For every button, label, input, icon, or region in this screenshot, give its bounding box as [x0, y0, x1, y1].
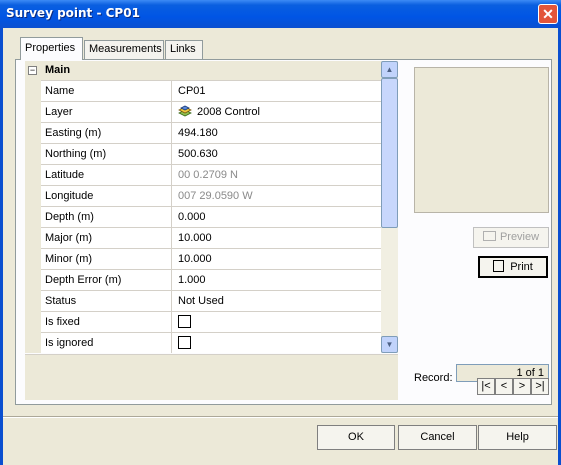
- scroll-thumb[interactable]: [381, 78, 398, 228]
- print-icon: [493, 260, 505, 273]
- title-bar[interactable]: Survey point - CP01 ✕: [0, 0, 561, 28]
- scroll-down-icon[interactable]: ▼: [381, 336, 398, 353]
- row-value-text: 494.180: [178, 127, 218, 139]
- scroll-up-icon[interactable]: ▲: [381, 61, 398, 78]
- window-frame-left: [0, 28, 3, 465]
- grid-row[interactable]: Depth (m) 0.000: [41, 206, 381, 227]
- row-label: Longitude: [41, 186, 172, 206]
- grid-row[interactable]: Is ignored: [41, 332, 381, 353]
- grid-row[interactable]: Longitude 007 29.0590 W: [41, 185, 381, 206]
- collapse-group-icon[interactable]: −: [28, 66, 37, 75]
- first-record-button[interactable]: |<: [477, 378, 495, 395]
- preview-label: Preview: [499, 231, 540, 243]
- cancel-button[interactable]: Cancel: [398, 425, 477, 450]
- grid-row[interactable]: Northing (m) 500.630: [41, 143, 381, 164]
- row-value-text: 10.000: [178, 253, 212, 265]
- row-checkbox[interactable]: [178, 314, 191, 328]
- row-value-text: Not Used: [178, 295, 224, 307]
- grid-gutter: [25, 61, 41, 353]
- row-value[interactable]: 500.630: [173, 144, 381, 164]
- row-label: Layer: [41, 102, 172, 122]
- grid-row[interactable]: Latitude 00 0.2709 N: [41, 164, 381, 185]
- row-value[interactable]: 10.000: [173, 228, 381, 248]
- row-label: Minor (m): [41, 249, 172, 269]
- property-grid[interactable]: − Main Name CP01 Layer 2008 Control Easting …: [25, 61, 381, 353]
- row-label: Name: [41, 81, 172, 101]
- row-value[interactable]: 00 0.2709 N: [173, 165, 381, 185]
- row-value-text: 0.000: [178, 211, 206, 223]
- row-label: Easting (m): [41, 123, 172, 143]
- row-value-text: 00 0.2709 N: [178, 169, 238, 181]
- window-title: Survey point - CP01: [6, 6, 140, 20]
- row-value-text: 500.630: [178, 148, 218, 160]
- ok-button[interactable]: OK: [317, 425, 395, 450]
- row-value[interactable]: 0.000: [173, 207, 381, 227]
- grid-row[interactable]: Status Not Used: [41, 290, 381, 311]
- close-button[interactable]: ✕: [538, 4, 558, 24]
- preview-button[interactable]: Preview: [473, 227, 549, 248]
- row-value-text: 007 29.0590 W: [178, 190, 253, 202]
- print-label: Print: [510, 261, 533, 273]
- last-record-button[interactable]: >|: [531, 378, 549, 395]
- grid-row[interactable]: Name CP01: [41, 80, 381, 101]
- row-value[interactable]: 007 29.0590 W: [173, 186, 381, 206]
- print-button[interactable]: Print: [478, 256, 548, 278]
- row-value-text: 10.000: [178, 232, 212, 244]
- record-label: Record:: [414, 372, 453, 384]
- previous-record-button[interactable]: <: [495, 378, 513, 395]
- row-value[interactable]: Not Used: [173, 291, 381, 311]
- grid-row[interactable]: Major (m) 10.000: [41, 227, 381, 248]
- description-pane: [25, 354, 398, 400]
- grid-row[interactable]: Easting (m) 494.180: [41, 122, 381, 143]
- row-value[interactable]: [173, 312, 381, 332]
- grid-row[interactable]: Is fixed: [41, 311, 381, 332]
- row-value[interactable]: [173, 333, 381, 353]
- row-value-text: 2008 Control: [197, 106, 260, 118]
- row-value[interactable]: 494.180: [173, 123, 381, 143]
- preview-image-box: [414, 67, 549, 213]
- next-record-button[interactable]: >: [513, 378, 531, 395]
- row-label: Is fixed: [41, 312, 172, 332]
- row-checkbox[interactable]: [178, 335, 191, 349]
- help-button[interactable]: Help: [478, 425, 557, 450]
- footer-divider: [3, 416, 558, 418]
- grid-row[interactable]: Layer 2008 Control: [41, 101, 381, 122]
- row-label: Status: [41, 291, 172, 311]
- row-label: Major (m): [41, 228, 172, 248]
- row-value-text: CP01: [178, 85, 206, 97]
- row-label: Is ignored: [41, 333, 172, 353]
- row-value[interactable]: 2008 Control: [173, 102, 381, 122]
- row-value[interactable]: CP01: [173, 81, 381, 101]
- row-label: Depth Error (m): [41, 270, 172, 290]
- row-value[interactable]: 10.000: [173, 249, 381, 269]
- group-header-main[interactable]: Main: [41, 61, 381, 80]
- preview-icon: [482, 231, 496, 242]
- grid-row[interactable]: Depth Error (m) 1.000: [41, 269, 381, 290]
- row-label: Northing (m): [41, 144, 172, 164]
- row-label: Latitude: [41, 165, 172, 185]
- tab-properties[interactable]: Properties: [20, 37, 83, 60]
- grid-scrollbar[interactable]: ▲ ▼: [381, 61, 398, 353]
- tab-links[interactable]: Links: [165, 40, 203, 59]
- row-value-text: 1.000: [178, 274, 206, 286]
- grid-row[interactable]: Minor (m) 10.000: [41, 248, 381, 269]
- row-label: Depth (m): [41, 207, 172, 227]
- layer-icon: [178, 105, 192, 117]
- row-value[interactable]: 1.000: [173, 270, 381, 290]
- tab-measurements[interactable]: Measurements: [84, 40, 164, 59]
